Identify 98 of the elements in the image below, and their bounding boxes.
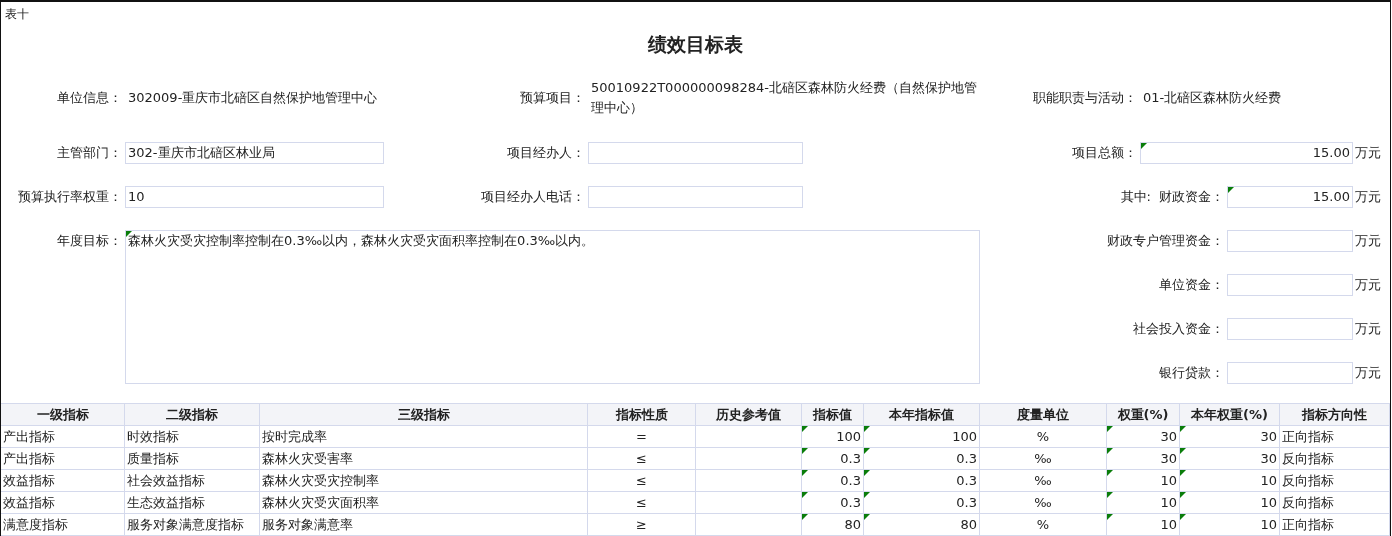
table-cell: ‰ (980, 448, 1107, 470)
field-label: 社会投入资金： (1133, 321, 1224, 336)
unit-label: 万元 (1354, 188, 1382, 206)
table-cell: 产出指标 (1, 426, 125, 448)
input-field[interactable]: 302-重庆市北碚区林业局 (125, 142, 384, 164)
table-cell: 生态效益指标 (125, 492, 260, 514)
form-title: 绩效目标表 (648, 32, 743, 57)
table-cell: 0.3 (864, 492, 980, 514)
table-cell: 产出指标 (1, 448, 125, 470)
field-label: 年度目标： (57, 232, 123, 250)
unit-label: 万元 (1354, 320, 1382, 338)
table-cell: 森林火灾受灾面积率 (260, 492, 588, 514)
table-cell: 反向指标 (1280, 448, 1390, 470)
field-label: 单位信息： (57, 88, 123, 107)
field-value: 01-北碚区森林防火经费 (1142, 88, 1283, 107)
table-cell: 0.3 (864, 470, 980, 492)
unit-label: 万元 (1354, 232, 1382, 250)
table-cell: ≤ (588, 470, 696, 492)
table-cell: 0.3 (802, 448, 864, 470)
input-field[interactable] (1227, 318, 1353, 340)
field-label: 项目总额： (1072, 145, 1137, 160)
column-header: 指标性质 (588, 404, 696, 426)
table-cell: 30 (1107, 448, 1180, 470)
field-label: 银行贷款： (1159, 365, 1224, 380)
table-cell: 按时完成率 (260, 426, 588, 448)
table-cell: 10 (1180, 470, 1280, 492)
sheet-label: 表十 (4, 6, 29, 23)
field-value: 302009-重庆市北碚区自然保护地管理中心 (127, 88, 379, 107)
table-cell: 30 (1180, 448, 1280, 470)
table-cell: ‰ (980, 492, 1107, 514)
table-cell: 100 (802, 426, 864, 448)
table-cell: 反向指标 (1280, 492, 1390, 514)
table-cell: ≤ (588, 448, 696, 470)
field-label: 职能职责与活动： (1033, 88, 1138, 107)
unit-label: 万元 (1354, 144, 1382, 162)
column-header: 三级指标 (260, 404, 588, 426)
table-cell: 质量指标 (125, 448, 260, 470)
table-cell: 10 (1107, 514, 1180, 536)
table-cell: 80 (802, 514, 864, 536)
column-header: 权重(%) (1107, 404, 1180, 426)
table-cell: 满意度指标 (1, 514, 125, 536)
input-field[interactable]: 森林火灾受灾控制率控制在0.3‰以内，森林火灾受灾面积率控制在0.3‰以内。 (125, 230, 980, 384)
unit-label: 万元 (1354, 276, 1382, 294)
table-cell: 10 (1107, 492, 1180, 514)
table-cell: 30 (1107, 426, 1180, 448)
table-cell: 10 (1180, 514, 1280, 536)
table-cell: 森林火灾受灾控制率 (260, 470, 588, 492)
table-cell: 80 (864, 514, 980, 536)
table-cell: 30 (1180, 426, 1280, 448)
input-field[interactable]: 15.00 (1140, 142, 1353, 164)
input-field[interactable]: 15.00 (1227, 186, 1353, 208)
column-header: 历史参考值 (696, 404, 802, 426)
field-label: 项目经办人电话： (481, 188, 586, 206)
column-header: 一级指标 (1, 404, 125, 426)
table-cell: 0.3 (802, 470, 864, 492)
table-cell: 100 (864, 426, 980, 448)
column-header: 指标值 (802, 404, 864, 426)
table-cell: 0.3 (802, 492, 864, 514)
field-label: 其中: (1120, 189, 1151, 204)
table-cell: = (588, 426, 696, 448)
field-label: 财政专户管理资金： (1107, 233, 1224, 248)
table-cell: 0.3 (864, 448, 980, 470)
field-label: 预算项目： (520, 88, 586, 107)
table-cell: ≥ (588, 514, 696, 536)
input-field[interactable] (1227, 230, 1353, 252)
input-field[interactable]: 10 (125, 186, 384, 208)
field-label: 财政资金： (1159, 189, 1224, 204)
table-cell: 服务对象满意率 (260, 514, 588, 536)
table-cell: 森林火灾受害率 (260, 448, 588, 470)
table-cell: 效益指标 (1, 492, 125, 514)
field-label: 预算执行率权重： (18, 188, 123, 206)
table-cell: 正向指标 (1280, 514, 1390, 536)
column-header: 指标方向性 (1280, 404, 1390, 426)
table-cell: ‰ (980, 470, 1107, 492)
input-field[interactable] (588, 142, 803, 164)
table-cell: 服务对象满意度指标 (125, 514, 260, 536)
column-header: 二级指标 (125, 404, 260, 426)
table-cell: % (980, 426, 1107, 448)
table-cell: 反向指标 (1280, 470, 1390, 492)
table-cell: ≤ (588, 492, 696, 514)
column-header: 本年权重(%) (1180, 404, 1280, 426)
column-header: 度量单位 (980, 404, 1107, 426)
input-field[interactable] (1227, 362, 1353, 384)
table-cell: 时效指标 (125, 426, 260, 448)
field-value: 50010922T000000098284-北碚区森林防火经费（自然保护地管理中心） (590, 78, 979, 117)
input-field[interactable] (588, 186, 803, 208)
table-cell: 正向指标 (1280, 426, 1390, 448)
field-label: 单位资金： (1159, 277, 1224, 292)
input-field[interactable] (1227, 274, 1353, 296)
table-cell: 社会效益指标 (125, 470, 260, 492)
column-header: 本年指标值 (864, 404, 980, 426)
field-label: 主管部门： (57, 144, 123, 162)
table-cell: 10 (1107, 470, 1180, 492)
table-cell: 10 (1180, 492, 1280, 514)
table-cell: % (980, 514, 1107, 536)
field-label: 项目经办人： (507, 144, 586, 162)
table-cell: 效益指标 (1, 470, 125, 492)
unit-label: 万元 (1354, 364, 1382, 382)
